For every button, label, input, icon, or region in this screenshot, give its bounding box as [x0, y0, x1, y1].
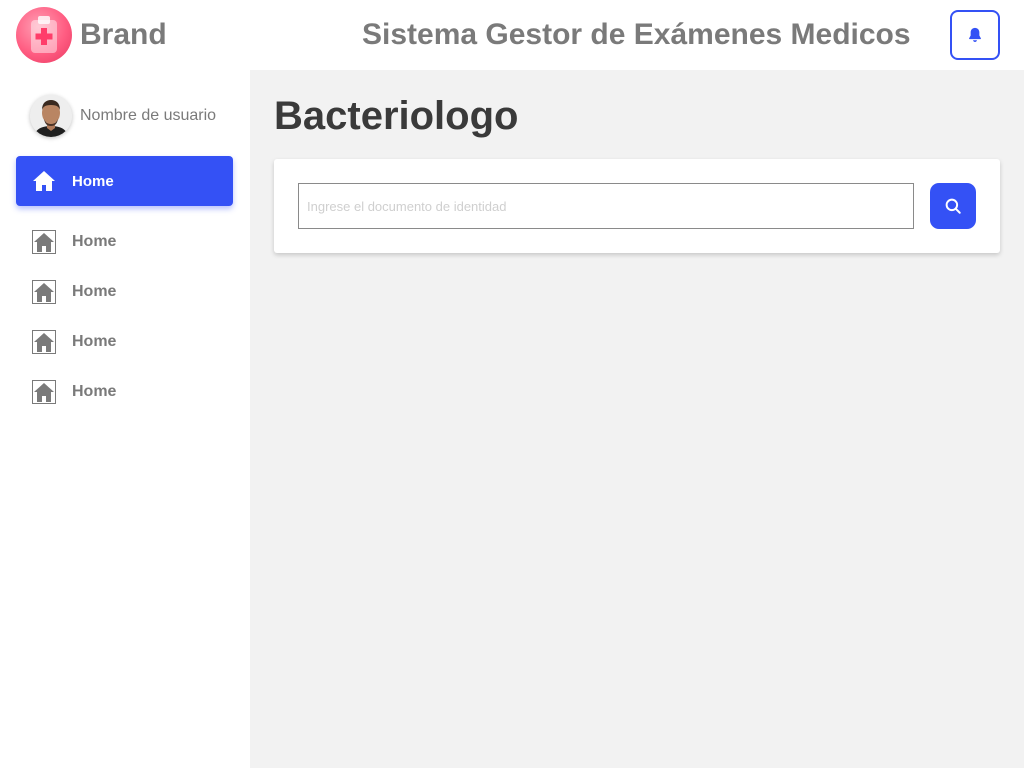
sidebar-item-label: Home	[72, 383, 117, 400]
home-icon	[33, 171, 55, 191]
app-title: Sistema Gestor de Exámenes Medicos	[362, 18, 911, 51]
home-icon	[32, 280, 56, 304]
home-icon	[32, 380, 56, 404]
sidebar-item-label: Home	[72, 333, 117, 350]
avatar-image	[30, 95, 72, 137]
search-button[interactable]	[930, 183, 976, 229]
user-profile[interactable]: Nombre de usuario	[30, 95, 216, 137]
user-name: Nombre de usuario	[80, 107, 217, 124]
notifications-button[interactable]	[950, 10, 1000, 60]
main-content: Bacteriologo	[250, 70, 1024, 768]
brand-name[interactable]: Brand	[80, 18, 167, 52]
sidebar-item-home[interactable]: Home	[16, 217, 233, 267]
user-avatar[interactable]	[30, 95, 72, 137]
search-icon	[945, 198, 961, 214]
sidebar-item-home-active[interactable]: Home	[16, 156, 233, 206]
clipboard-medical-icon	[31, 16, 57, 53]
search-card	[274, 159, 1000, 253]
sidebar-item-label: Home	[72, 233, 117, 250]
sidebar-item-home[interactable]: Home	[16, 317, 233, 367]
top-bar: Brand Sistema Gestor de Exámenes Medicos	[0, 0, 1024, 70]
home-icon	[32, 330, 56, 354]
brand-logo[interactable]	[16, 7, 72, 63]
sidebar-item-home[interactable]: Home	[16, 267, 233, 317]
sidebar-item-home[interactable]: Home	[16, 367, 233, 417]
sidebar-item-label: Home	[72, 283, 117, 300]
sidebar-item-label: Home	[72, 172, 114, 190]
page-title: Bacteriologo	[274, 94, 519, 138]
sidebar: Nombre de usuario Home Home Home Home Ho…	[0, 70, 250, 768]
home-icon	[32, 230, 56, 254]
document-id-search-input[interactable]	[298, 183, 914, 229]
bell-icon	[969, 27, 981, 43]
